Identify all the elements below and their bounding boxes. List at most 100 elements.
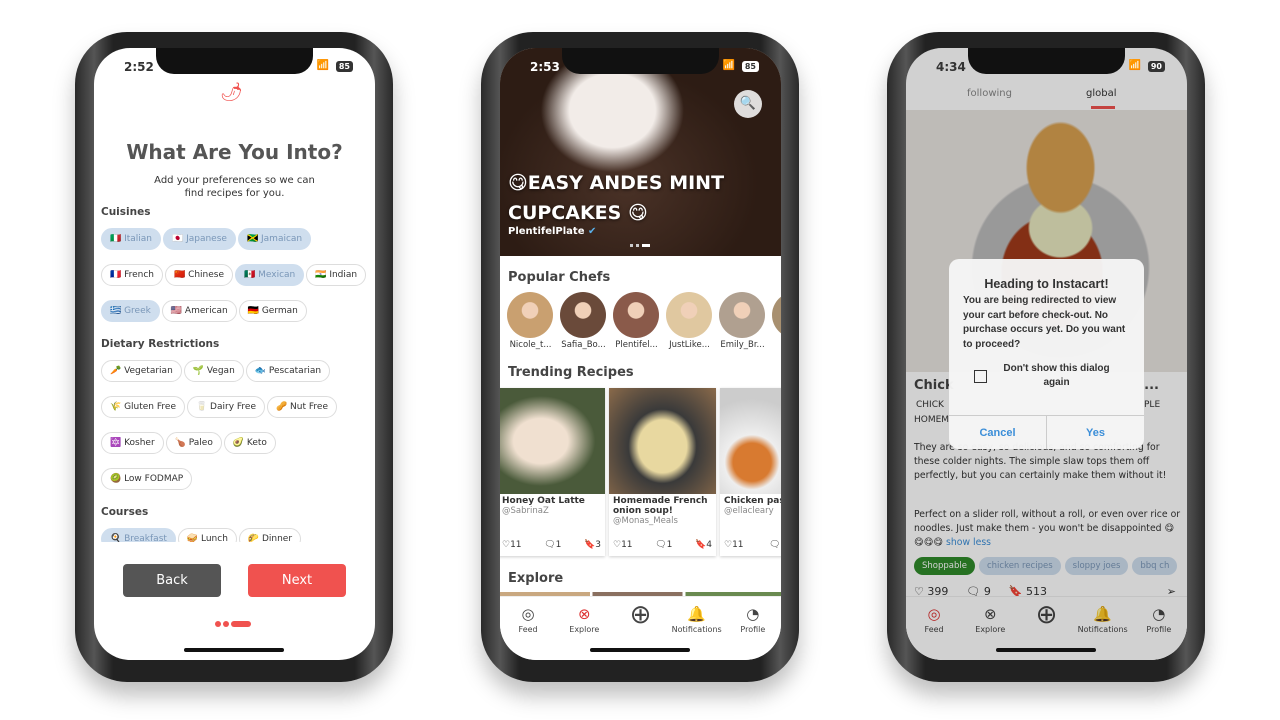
- avatar: [613, 292, 659, 338]
- avatar: [666, 292, 712, 338]
- comment-count[interactable]: 🗨1: [655, 540, 672, 550]
- preference-chip[interactable]: 🥪 Lunch: [177, 528, 237, 542]
- author-name: PlentifelPlate: [508, 226, 585, 237]
- search-button[interactable]: 🔍: [734, 90, 762, 118]
- page-indicator: [215, 621, 251, 627]
- hero-author[interactable]: PlentifelPlate ✔: [508, 226, 596, 237]
- cancel-button[interactable]: Cancel: [949, 416, 1047, 449]
- recipe-image: [720, 388, 781, 494]
- chef-item[interactable]: this: [772, 292, 781, 352]
- hero-title[interactable]: 😋EASY ANDES MINT CUPCAKES 😋: [508, 168, 748, 228]
- nav-label: Notifications: [671, 625, 722, 634]
- yes-button[interactable]: Yes: [1047, 416, 1144, 449]
- preference-chip[interactable]: 🍗 Paleo: [165, 432, 222, 454]
- nav-label: Feed: [518, 625, 538, 634]
- back-button[interactable]: Back: [123, 564, 221, 597]
- chef-name: Emily_Br...: [720, 340, 765, 350]
- home-indicator: [184, 648, 284, 652]
- battery: 85: [741, 61, 759, 72]
- chef-item[interactable]: Safia_Bo...: [560, 292, 607, 352]
- nav-label: Explore: [569, 625, 600, 634]
- instacart-dialog: Heading to Instacart! You are being redi…: [949, 259, 1144, 449]
- preference-chip[interactable]: 🌮 Dinner: [238, 528, 302, 542]
- preference-chip[interactable]: 🥑 Keto: [223, 432, 276, 454]
- like-count[interactable]: ♡11: [724, 540, 744, 550]
- explore-icon: ⊗: [577, 605, 591, 623]
- phone-onboarding: 2:52 📶 85 🌶 What Are You Into? Add your pr…: [75, 32, 393, 682]
- like-count[interactable]: ♡11: [502, 540, 522, 550]
- wifi-icon: 📶: [722, 60, 735, 71]
- dont-show-checkbox-row[interactable]: Don't show this dialog again: [974, 362, 1144, 390]
- preference-chip[interactable]: 🥛 Dairy Free: [186, 396, 265, 418]
- comment-count[interactable]: 🗨0: [769, 540, 781, 550]
- recipe-screen: 4:34 📶 90 following global Chick... CHICK …: [906, 48, 1187, 660]
- chef-item[interactable]: Nicole_t...: [507, 292, 554, 352]
- recipe-card[interactable]: Honey Oat Latte @SabrinaZ ♡11 🗨1 🔖3: [500, 388, 605, 556]
- preference-chip[interactable]: 🇬🇷 Greek: [101, 300, 160, 322]
- chef-item[interactable]: Plentifel...: [613, 292, 660, 352]
- hero-pagination: [630, 244, 650, 247]
- like-count[interactable]: ♡11: [613, 540, 633, 550]
- chip-group: 🍳 Breakfast🥪 Lunch🌮 Dinner🍰 Dessert🥟 App…: [101, 526, 371, 542]
- avatar: [507, 292, 553, 338]
- preference-chip[interactable]: 🥝 Low FODMAP: [101, 468, 193, 490]
- explore-heading: Explore: [508, 571, 564, 586]
- preference-chip[interactable]: 🇺🇸 American: [161, 300, 237, 322]
- chef-item[interactable]: JustLike...: [666, 292, 713, 352]
- preference-chip[interactable]: 🇮🇹 Italian: [101, 228, 161, 250]
- nav-feed[interactable]: ◎ Feed: [502, 605, 554, 660]
- recipe-title: Chicken pasta: [724, 496, 781, 506]
- preferences-list: Cuisines 🇮🇹 Italian 🇯🇵 Japanese 🇯🇲 Jamaican…: [101, 202, 371, 542]
- recipe-image: [500, 388, 605, 494]
- chef-name: JustLike...: [669, 340, 710, 350]
- recipe-author: @Monas_Meals: [613, 516, 678, 526]
- recipe-card[interactable]: Chicken pasta@ellacleary♡11🗨0🔖: [720, 388, 781, 556]
- preference-chip[interactable]: 🇩🇪 German: [238, 300, 307, 322]
- phone-explore: 2:53 📶 85 🔍 😋EASY ANDES MINT CUPCAKES 😋 Pl…: [481, 32, 799, 682]
- wifi-icon: 📶: [1128, 60, 1141, 71]
- avatar: [719, 292, 765, 338]
- home-indicator: [590, 648, 690, 652]
- add-icon: ⊕: [629, 600, 652, 630]
- preference-chip[interactable]: 🌱 Vegan: [183, 360, 244, 382]
- chefs-row: Nicole_t... Safia_Bo... Plentifel... JustLi…: [507, 292, 781, 352]
- next-button[interactable]: Next: [248, 564, 346, 597]
- preference-chip[interactable]: 🇫🇷 French: [101, 264, 163, 286]
- chef-item[interactable]: Emily_Br...: [719, 292, 766, 352]
- preference-chip[interactable]: 🍳 Breakfast: [101, 528, 176, 542]
- preference-chip[interactable]: 🇯🇲 Jamaican: [237, 228, 312, 250]
- comment-count[interactable]: 🗨1: [544, 540, 561, 550]
- preference-chip[interactable]: 🔯 Kosher: [101, 432, 164, 454]
- recipe-author: @SabrinaZ: [502, 506, 549, 516]
- chili-logo-icon: 🌶: [220, 82, 243, 103]
- save-count[interactable]: 🔖4: [695, 540, 712, 550]
- recipe-title: Homemade French onion soup!: [613, 496, 708, 516]
- avatar: [560, 292, 606, 338]
- checkbox[interactable]: [974, 369, 987, 383]
- preference-chip[interactable]: 🇯🇵 Japanese: [163, 228, 236, 250]
- trending-recipes-row: Honey Oat Latte @SabrinaZ ♡11 🗨1 🔖3 Homemade …: [500, 388, 781, 558]
- chip-group: 🥕 Vegetarian 🌱 Vegan 🐟 Pescatarian 🌾 Gluten…: [101, 358, 371, 502]
- preference-chip[interactable]: 🥕 Vegetarian: [101, 360, 182, 382]
- status-bar: 2:52 📶 85: [94, 60, 375, 76]
- bell-icon: 🔔: [687, 605, 706, 623]
- recipe-card[interactable]: Homemade French onion soup! @Monas_Meals ♡…: [609, 388, 716, 556]
- preference-chip[interactable]: 🥜 Nut Free: [266, 396, 337, 418]
- battery: 90: [1147, 61, 1165, 72]
- chef-name: this: [772, 340, 781, 350]
- battery: 85: [335, 61, 353, 72]
- nav-label: Profile: [740, 625, 766, 634]
- section-heading: Courses: [101, 506, 149, 518]
- preference-chip[interactable]: 🇮🇳 Indian: [306, 264, 367, 286]
- phone-recipe-dialog: 4:34 📶 90 following global Chick... CHICK …: [887, 32, 1205, 682]
- nav-profile[interactable]: ◔ Profile: [727, 605, 779, 660]
- preference-chip[interactable]: 🇨🇳 Chinese: [165, 264, 234, 286]
- page-title: What Are You Into?: [126, 140, 343, 164]
- preference-chip[interactable]: 🐟 Pescatarian: [245, 360, 331, 382]
- trending-heading: Trending Recipes: [508, 365, 634, 380]
- save-count[interactable]: 🔖3: [584, 540, 601, 550]
- home-indicator: [996, 648, 1096, 652]
- preference-chip[interactable]: 🇲🇽 Mexican: [235, 264, 305, 286]
- status-bar: 2:53 📶 85: [500, 60, 781, 76]
- preference-chip[interactable]: 🌾 Gluten Free: [101, 396, 185, 418]
